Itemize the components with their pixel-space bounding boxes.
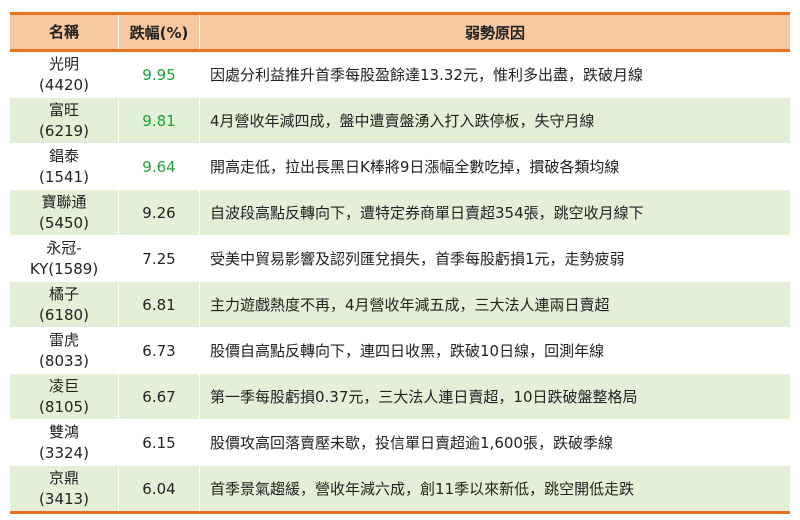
drop-percent: 9.81	[118, 97, 200, 144]
stock-code: (5450)	[39, 213, 89, 232]
table-row: 光明 (4420) 9.95 因處分利益推升首季每股盈餘達13.32元，惟利多出盡，跌…	[10, 50, 790, 98]
drop-percent: 6.73	[118, 327, 200, 374]
weakness-reason: 股價攻高回落賣壓未歇，投信單日賣超逾1,600張，跌破季線	[199, 419, 790, 466]
table-row: 橘子 (6180) 6.81 主力遊戲熱度不再，4月營收年減五成，三大法人連兩日賣超	[10, 281, 790, 328]
stock-name: 永冠-	[46, 238, 82, 257]
table-row: 凌巨 (8105) 6.67 第一季每股虧損0.37元，三大法人連日賣超，10日跌破盤…	[10, 373, 790, 420]
column-header-reason: 弱勢原因	[199, 12, 790, 52]
weakness-reason: 受美中貿易影響及認列匯兌損失，首季每股虧損1元，走勢疲弱	[199, 235, 790, 282]
weakness-reason: 因處分利益推升首季每股盈餘達13.32元，惟利多出盡，跌破月線	[199, 50, 790, 98]
drop-percent: 6.04	[118, 465, 200, 514]
drop-percent: 9.26	[118, 189, 200, 236]
stock-code: (3324)	[39, 443, 89, 462]
stock-name-cell: 錩泰 (1541)	[10, 143, 119, 190]
stock-code: (6180)	[39, 305, 89, 324]
stock-name-cell: 京鼎 (3413)	[10, 465, 119, 514]
stock-code: (3413)	[39, 489, 89, 508]
stock-name: 京鼎	[48, 468, 79, 487]
stock-name-cell: 寶聯通 (5450)	[10, 189, 119, 236]
stock-code: (4420)	[39, 75, 89, 94]
stock-name-cell: 橘子 (6180)	[10, 281, 119, 328]
table-row: 京鼎 (3413) 6.04 首季景氣趨緩，營收年減六成，創11季以來新低，跳空開低走…	[10, 465, 790, 514]
drop-percent: 6.81	[118, 281, 200, 328]
drop-percent: 6.15	[118, 419, 200, 466]
weakness-reason: 首季景氣趨緩，營收年減六成，創11季以來新低，跳空開低走跌	[199, 465, 790, 514]
stock-name: 錩泰	[48, 146, 79, 165]
weakness-reason: 開高走低，拉出長黑日K棒將9日漲幅全數吃掉，摜破各類均線	[199, 143, 790, 190]
stock-name-cell: 凌巨 (8105)	[10, 373, 119, 420]
weakness-reason: 自波段高點反轉向下，遭特定券商單日賣超354張，跳空收月線下	[199, 189, 790, 236]
table-row: 寶聯通 (5450) 9.26 自波段高點反轉向下，遭特定券商單日賣超354張，跳空收…	[10, 189, 790, 236]
table-body: 光明 (4420) 9.95 因處分利益推升首季每股盈餘達13.32元，惟利多出盡，跌…	[10, 50, 790, 514]
stock-name: 橘子	[48, 284, 79, 303]
stock-name-cell: 光明 (4420)	[10, 50, 119, 98]
table-row: 富旺 (6219) 9.81 4月營收年減四成，盤中遭賣盤湧入打入跌停板，失守月線	[10, 97, 790, 144]
stock-name-cell: 富旺 (6219)	[10, 97, 119, 144]
stock-name: 富旺	[48, 100, 79, 119]
drop-percent: 6.67	[118, 373, 200, 420]
weak-stocks-table: 名稱 跌幅(%) 弱勢原因 光明 (4420) 9.95 因處分利益推升首季每股盈餘達…	[10, 12, 790, 514]
stock-table-container: 名稱 跌幅(%) 弱勢原因 光明 (4420) 9.95 因處分利益推升首季每股盈餘達…	[10, 12, 790, 514]
drop-percent: 9.64	[118, 143, 200, 190]
table-row: 錩泰 (1541) 9.64 開高走低，拉出長黑日K棒將9日漲幅全數吃掉，摜破各類均線	[10, 143, 790, 190]
stock-name-cell: 雷虎 (8033)	[10, 327, 119, 374]
stock-name-cell: 永冠- KY(1589)	[10, 235, 119, 282]
stock-name: 寶聯通	[41, 192, 87, 211]
column-header-pct: 跌幅(%)	[118, 12, 200, 52]
table-header-row: 名稱 跌幅(%) 弱勢原因	[10, 12, 790, 52]
weakness-reason: 股價自高點反轉向下，連四日收黑，跌破10日線，回測年線	[199, 327, 790, 374]
table-row: 雷虎 (8033) 6.73 股價自高點反轉向下，連四日收黑，跌破10日線，回測年線	[10, 327, 790, 374]
stock-name: 雙鴻	[48, 422, 79, 441]
stock-code: (8033)	[39, 351, 89, 370]
stock-name: 光明	[48, 54, 79, 73]
weakness-reason: 主力遊戲熱度不再，4月營收年減五成，三大法人連兩日賣超	[199, 281, 790, 328]
table-row: 雙鴻 (3324) 6.15 股價攻高回落賣壓未歇，投信單日賣超逾1,600張，跌破季…	[10, 419, 790, 466]
weakness-reason: 4月營收年減四成，盤中遭賣盤湧入打入跌停板，失守月線	[199, 97, 790, 144]
stock-name: 凌巨	[48, 376, 79, 395]
drop-percent: 7.25	[118, 235, 200, 282]
table-row: 永冠- KY(1589) 7.25 受美中貿易影響及認列匯兌損失，首季每股虧損1元，走…	[10, 235, 790, 282]
stock-code: (8105)	[39, 397, 89, 416]
stock-code: KY(1589)	[29, 259, 99, 278]
column-header-name: 名稱	[10, 12, 119, 52]
stock-code: (6219)	[39, 121, 89, 140]
stock-name-cell: 雙鴻 (3324)	[10, 419, 119, 466]
drop-percent: 9.95	[118, 50, 200, 98]
weakness-reason: 第一季每股虧損0.37元，三大法人連日賣超，10日跌破盤整格局	[199, 373, 790, 420]
stock-name: 雷虎	[48, 330, 79, 349]
stock-code: (1541)	[39, 167, 89, 186]
